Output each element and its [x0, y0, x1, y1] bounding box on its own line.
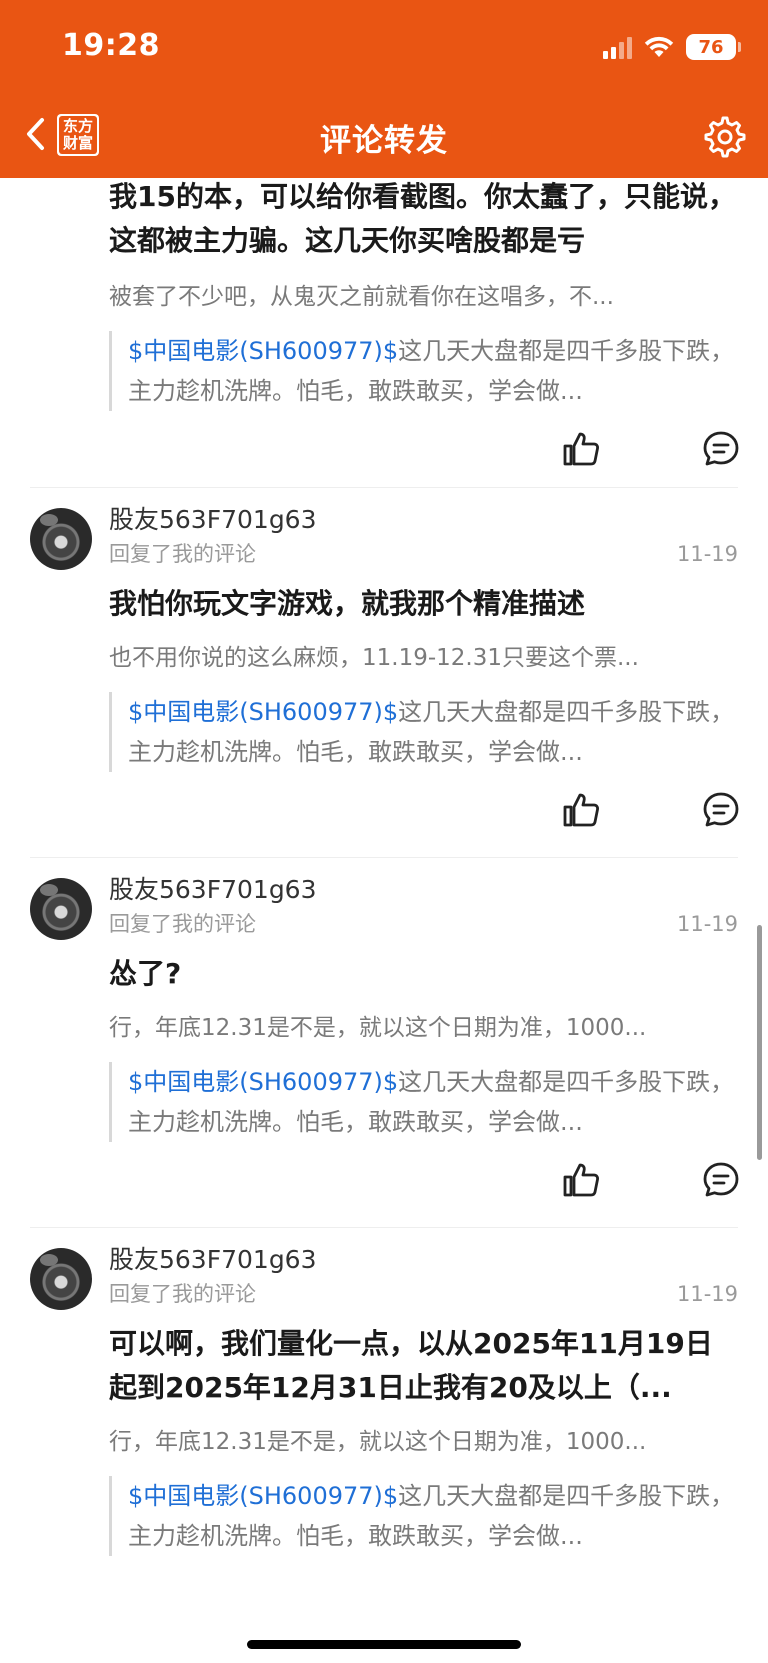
- comment-icon: [703, 1162, 739, 1197]
- avatar[interactable]: [30, 508, 92, 570]
- comment-icon: [703, 792, 739, 827]
- scrollbar[interactable]: [757, 925, 762, 1160]
- action-label: 回复了我的评论: [109, 1282, 256, 1306]
- action-bar: [109, 772, 741, 852]
- meta-row: 回复了我的评论 11-19: [109, 538, 738, 570]
- thumbs-up-icon: [563, 793, 599, 827]
- reply-button[interactable]: [701, 429, 741, 469]
- comment-text: 我15的本，可以给你看截图。你太蠢了，只能说，这都被主力骗。这几天你买啥股都是亏: [109, 180, 736, 257]
- like-button[interactable]: [561, 429, 601, 469]
- username[interactable]: 股友563F701g63: [109, 1242, 738, 1278]
- list-item[interactable]: 股友563F701g63 回复了我的评论 11-19 怂了? 行，年底12.31…: [30, 858, 741, 1228]
- date-label: 11-19: [676, 542, 738, 566]
- status-time: 19:28: [62, 28, 160, 63]
- comment-text: 我怕你玩文字游戏，就我那个精准描述: [109, 587, 586, 620]
- comment-text: 可以啊，我们量化一点，以从2025年11月19日起到2025年12月31日止我有…: [109, 1327, 713, 1404]
- stock-link[interactable]: $中国电影(SH600977)$: [128, 337, 398, 365]
- reply-text: 行，年底12.31是不是，就以这个日期为准，1000...: [109, 1015, 647, 1041]
- username[interactable]: 股友563F701g63: [109, 502, 738, 538]
- gear-icon: [704, 116, 746, 158]
- avatar[interactable]: [30, 1248, 92, 1310]
- comment-feed: 我15的本，可以给你看截图。你太蠢了，只能说，这都被主力骗。这几天你买啥股都是亏…: [0, 178, 768, 1660]
- quoted-post[interactable]: $中国电影(SH600977)$这几天大盘都是四千多股下跌，主力趁机洗牌。怕毛，…: [109, 1476, 738, 1556]
- reply-text: 也不用你说的这么麻烦，11.19-12.31只要这个票...: [109, 645, 639, 671]
- page-title: 评论转发: [320, 123, 448, 159]
- quoted-post[interactable]: $中国电影(SH600977)$这几天大盘都是四千多股下跌，主力趁机洗牌。怕毛，…: [109, 692, 738, 772]
- reply-button[interactable]: [701, 1160, 741, 1200]
- action-label: 回复了我的评论: [109, 542, 256, 566]
- thumbs-up-icon: [563, 432, 599, 466]
- stock-link[interactable]: $中国电影(SH600977)$: [128, 698, 398, 726]
- quoted-post[interactable]: $中国电影(SH600977)$这几天大盘都是四千多股下跌，主力趁机洗牌。怕毛，…: [109, 1062, 738, 1142]
- comment-text: 怂了?: [109, 957, 182, 990]
- like-button[interactable]: [561, 790, 601, 830]
- reply-button[interactable]: [701, 790, 741, 830]
- action-bar: [109, 411, 741, 491]
- date-label: 11-19: [676, 1282, 738, 1306]
- home-indicator[interactable]: [247, 1640, 521, 1649]
- status-icons: 76: [603, 34, 741, 60]
- list-item[interactable]: 股友563F701g63 回复了我的评论 11-19 可以啊，我们量化一点，以从…: [30, 1228, 738, 1660]
- cellular-signal-icon: [603, 35, 632, 59]
- list-item[interactable]: 我15的本，可以给你看截图。你太蠢了，只能说，这都被主力骗。这几天你买啥股都是亏…: [30, 175, 741, 491]
- date-label: 11-19: [676, 912, 738, 936]
- battery-icon: 76: [686, 34, 741, 60]
- avatar[interactable]: [30, 878, 92, 940]
- stock-link[interactable]: $中国电影(SH600977)$: [128, 1482, 398, 1510]
- thumbs-up-icon: [563, 1163, 599, 1197]
- action-label: 回复了我的评论: [109, 912, 256, 936]
- stock-link[interactable]: $中国电影(SH600977)$: [128, 1068, 398, 1096]
- app-header: 19:28 76 东方 财富 评论转发: [0, 0, 768, 178]
- meta-row: 回复了我的评论 11-19: [109, 908, 738, 940]
- settings-button[interactable]: [702, 114, 748, 160]
- username[interactable]: 股友563F701g63: [109, 872, 738, 908]
- like-button[interactable]: [561, 1160, 601, 1200]
- reply-text: 被套了不少吧，从鬼灭之前就看你在这唱多，不...: [109, 284, 614, 310]
- list-item[interactable]: 股友563F701g63 回复了我的评论 11-19 我怕你玩文字游戏，就我那个…: [30, 488, 741, 858]
- meta-row: 回复了我的评论 11-19: [109, 1278, 738, 1310]
- comment-icon: [703, 431, 739, 466]
- reply-text: 行，年底12.31是不是，就以这个日期为准，1000...: [109, 1429, 647, 1455]
- action-bar: [109, 1142, 741, 1222]
- quoted-post[interactable]: $中国电影(SH600977)$这几天大盘都是四千多股下跌，主力趁机洗牌。怕毛，…: [109, 331, 738, 411]
- wifi-icon: [644, 36, 674, 58]
